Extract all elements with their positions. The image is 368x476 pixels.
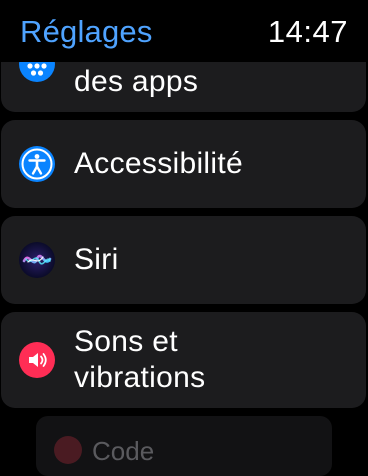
cell-label-sounds-line1: Sons et <box>74 325 178 358</box>
cell-label-apps: des apps <box>74 65 199 98</box>
cell-label-accessibility: Accessibilité <box>74 147 243 180</box>
cell-label-code: Code <box>92 436 155 466</box>
lock-icon <box>54 436 82 464</box>
settings-cell-sounds[interactable]: Sons et vibrations <box>1 312 366 408</box>
back-button[interactable]: Réglages <box>20 14 153 50</box>
cell-label-siri: Siri <box>74 243 119 276</box>
cell-label-sounds-line2: vibrations <box>74 361 206 394</box>
settings-cell-code[interactable]: Code <box>36 416 332 476</box>
status-bar: Réglages 14:47 <box>0 0 368 62</box>
siri-icon <box>19 242 55 278</box>
speaker-icon <box>19 342 55 378</box>
accessibility-icon <box>19 146 55 182</box>
settings-cell-siri[interactable]: Siri <box>1 216 366 304</box>
clock-time: 14:47 <box>267 14 348 49</box>
settings-cell-accessibility[interactable]: Accessibilité <box>1 120 366 208</box>
